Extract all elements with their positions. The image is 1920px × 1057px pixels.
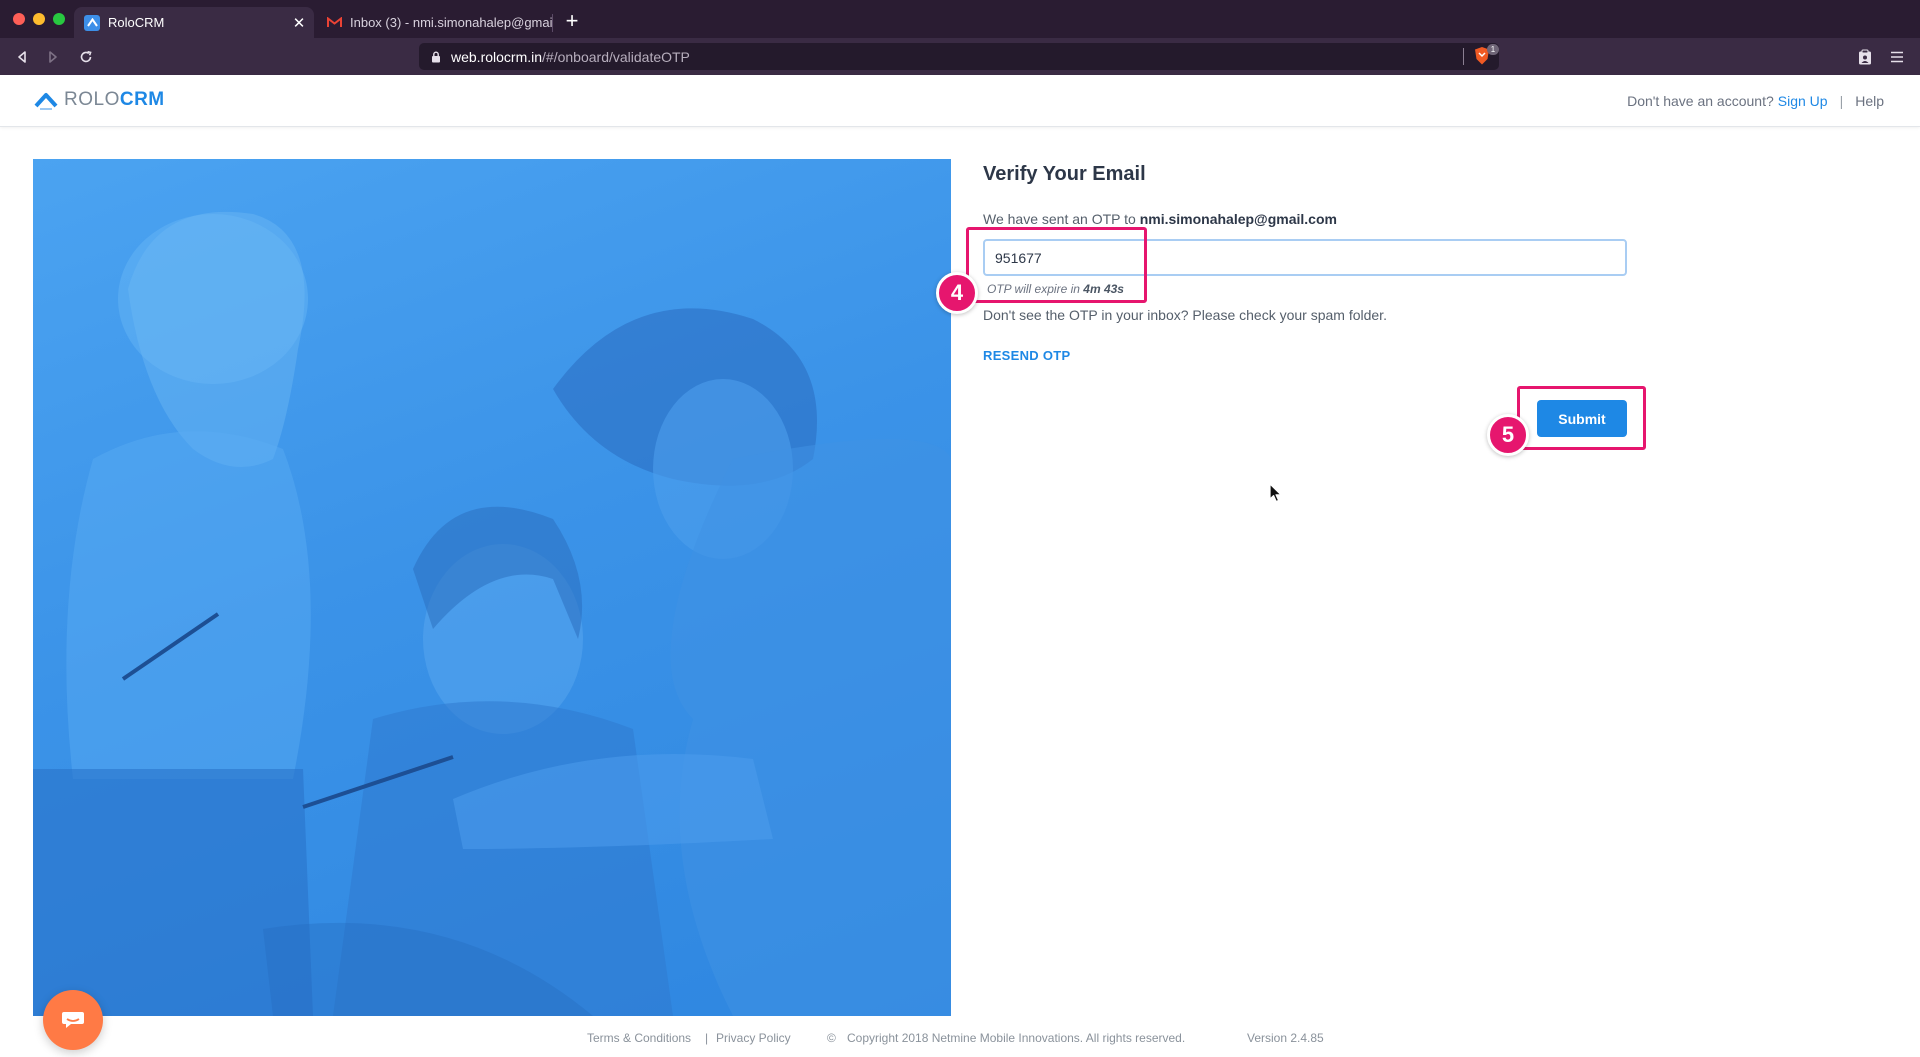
privacy-link[interactable]: Privacy Policy (716, 1031, 791, 1045)
back-arrow-icon[interactable] (11, 46, 33, 68)
tab-title: RoloCRM (108, 15, 165, 30)
url-host: web.rolocrm.in (451, 48, 543, 65)
highlight-box-submit (1517, 386, 1646, 450)
chat-widget-button[interactable] (43, 990, 103, 1050)
tab-gmail-inbox[interactable]: Inbox (3) - nmi.simonahalep@gmail.com (316, 7, 552, 38)
otp-sent-message: We have sent an OTP to nmi.simonahalep@g… (983, 211, 1337, 227)
url-path: /#/onboard/validateOTP (542, 48, 690, 65)
footer-separator: | (705, 1031, 709, 1045)
otp-sent-prefix: We have sent an OTP to (983, 211, 1136, 227)
otp-email: nmi.simonahalep@gmail.com (1139, 211, 1337, 227)
rolocrm-favicon-icon (84, 14, 100, 31)
highlight-box-otp (966, 227, 1147, 303)
browser-titlebar: RoloCRM ✕ Inbox (3) - nmi.simonahalep@gm… (0, 0, 1920, 38)
page-title: Verify Your Email (983, 163, 1146, 185)
mouse-pointer-icon (1269, 483, 1282, 503)
no-account-text: Don't have an account? (1627, 93, 1774, 109)
chat-bubble-icon (62, 1012, 84, 1028)
browser-toolbar: web.rolocrm.in/#/onboard/validateOTP 1 (0, 38, 1920, 75)
address-bar[interactable]: web.rolocrm.in/#/onboard/validateOTP (419, 43, 1499, 70)
url-divider (1463, 48, 1464, 65)
spam-hint: Don't see the OTP in your inbox? Please … (983, 307, 1387, 323)
hero-photo (33, 159, 951, 1016)
tab-rolocrm[interactable]: RoloCRM ✕ (74, 7, 314, 38)
footer: Terms & Conditions | Privacy Policy © Co… (0, 1031, 1920, 1049)
signup-link[interactable]: Sign Up (1778, 93, 1828, 109)
people-at-desk-illustration (33, 211, 951, 1016)
tab-close-icon[interactable]: ✕ (290, 14, 308, 32)
version-text: Version 2.4.85 (1247, 1031, 1324, 1045)
menu-hamburger-icon[interactable] (1886, 46, 1908, 68)
header-separator: | (1839, 93, 1844, 109)
window-close-button[interactable] (13, 13, 25, 25)
step-badge-4: 4 (936, 272, 978, 314)
reload-icon[interactable] (75, 46, 97, 68)
new-tab-plus-icon[interactable]: + (560, 9, 584, 33)
step-badge-5: 5 (1487, 414, 1529, 456)
lock-icon (431, 51, 441, 63)
header-links: Don't have an account? Sign Up | Help (1627, 93, 1884, 109)
help-link[interactable]: Help (1855, 93, 1884, 109)
logo-mark-icon (34, 93, 58, 110)
terms-link[interactable]: Terms & Conditions (587, 1031, 691, 1045)
tab-separator (552, 14, 553, 32)
forward-arrow-icon[interactable] (42, 46, 64, 68)
logo-text-crm: CRM (119, 89, 165, 110)
logo-text-rolo: ROLO (64, 89, 120, 110)
window-minimize-button[interactable] (33, 13, 45, 25)
gmail-favicon-icon (326, 15, 342, 31)
copyright-text: Copyright 2018 Netmine Mobile Innovation… (847, 1031, 1186, 1045)
resend-otp-link[interactable]: RESEND OTP (983, 348, 1071, 363)
window-zoom-button[interactable] (53, 13, 65, 25)
rolocrm-logo[interactable]: ROLO CRM (34, 89, 165, 111)
clipboard-icon[interactable] (1854, 46, 1876, 68)
app-header: ROLO CRM Don't have an account? Sign Up |… (0, 75, 1920, 127)
copyright-icon: © (827, 1031, 836, 1045)
tab-title: Inbox (3) - nmi.simonahalep@gmail.com (350, 15, 552, 30)
shield-count-badge: 1 (1487, 44, 1499, 55)
